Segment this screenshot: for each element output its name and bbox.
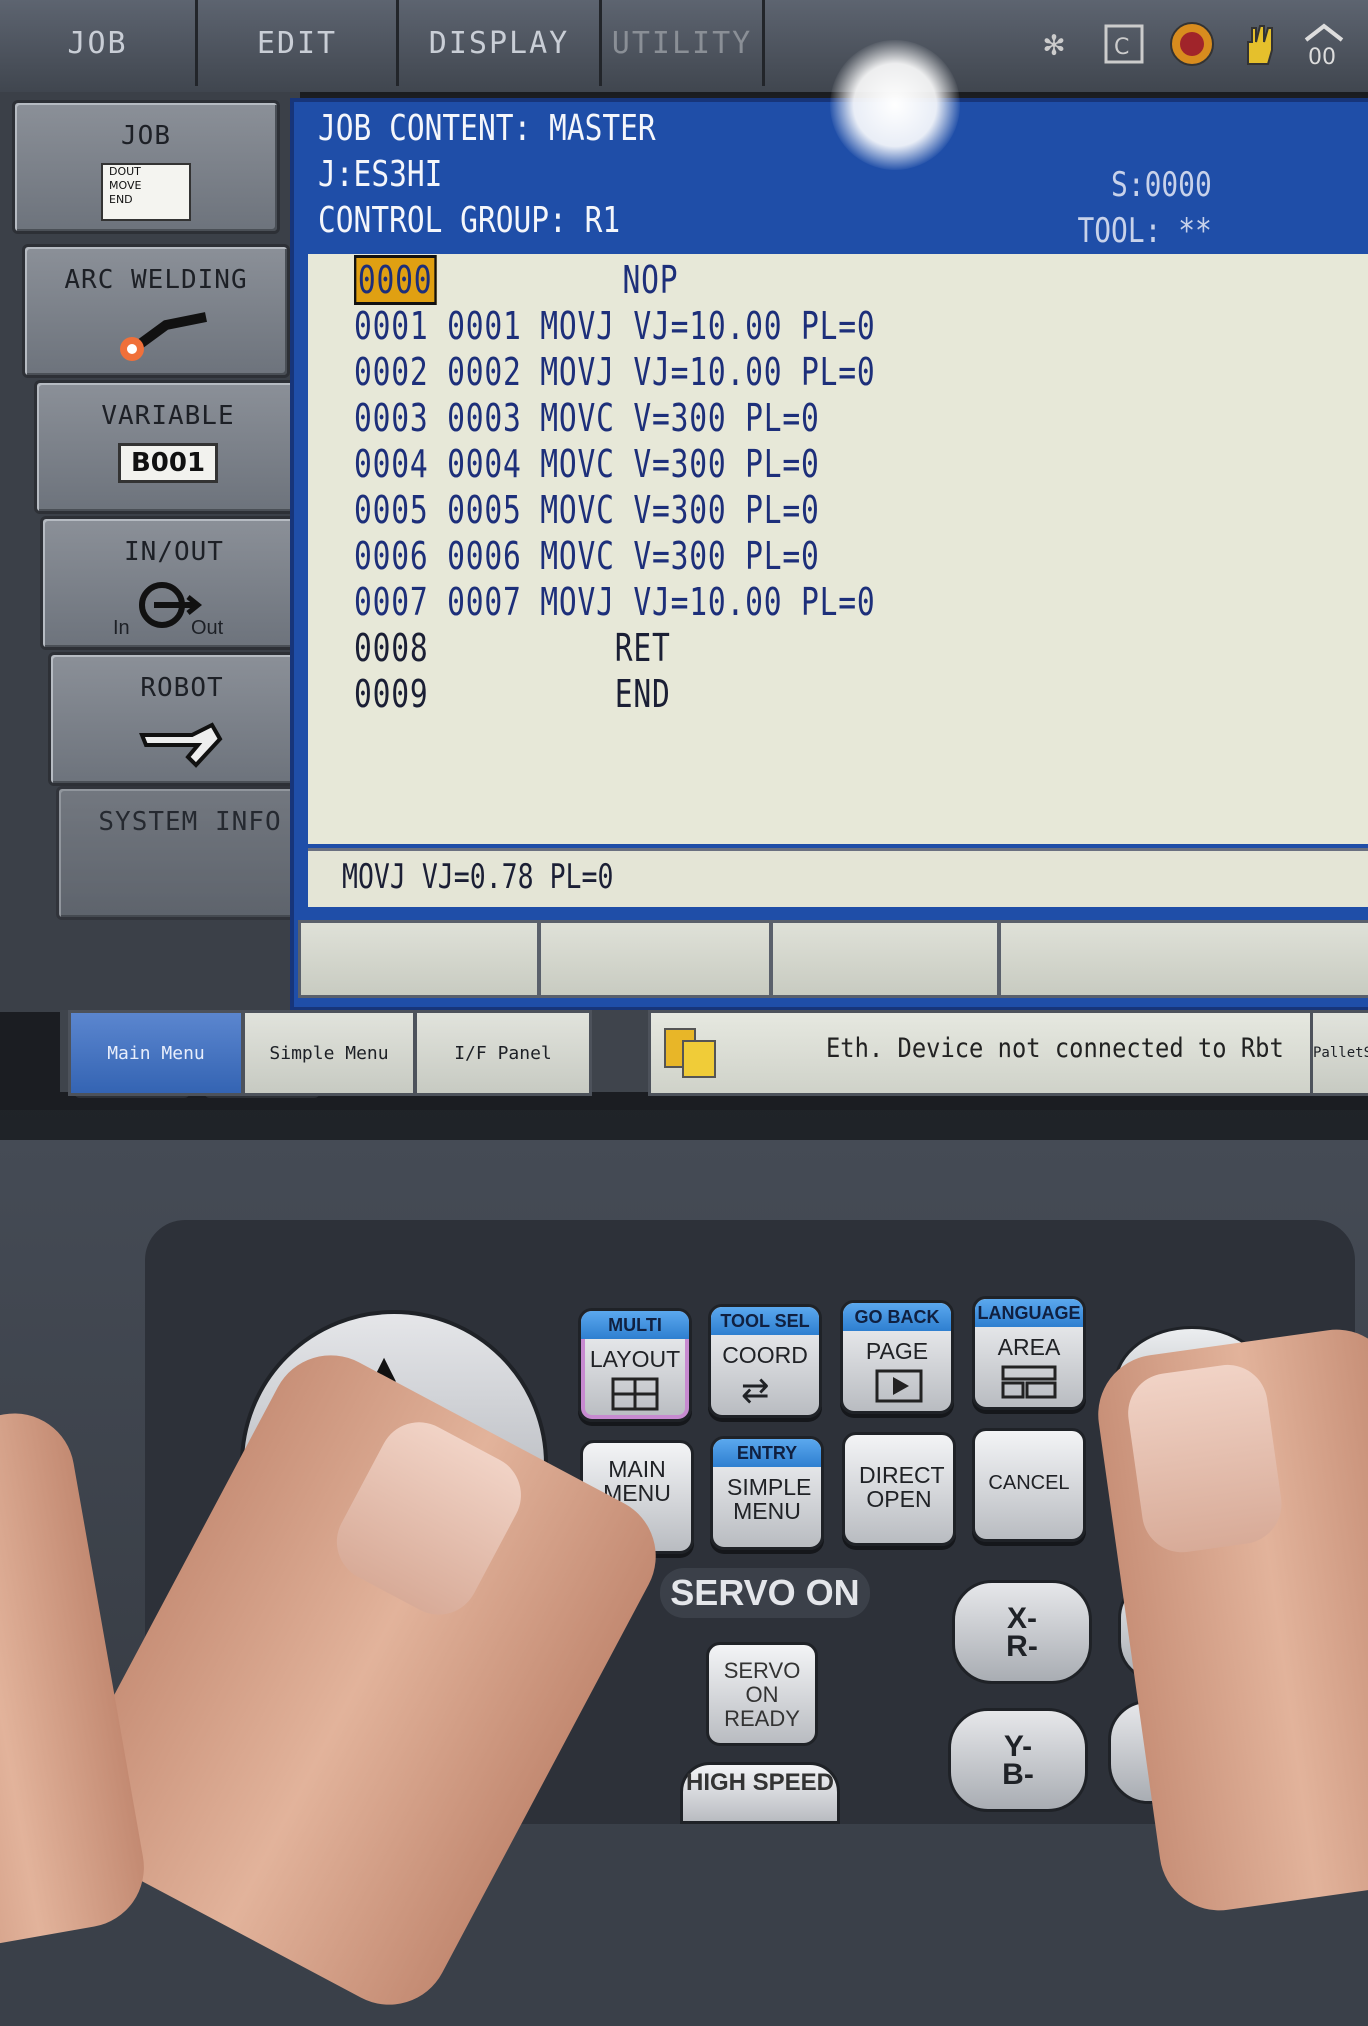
job-line-7[interactable]: 0007 0007 MOVJ VJ=10.00 PL=0 (354, 580, 876, 624)
job-line-2[interactable]: 0002 0002 MOVJ VJ=10.00 PL=0 (354, 350, 876, 394)
job-icon: DOUT MOVE END (15, 163, 277, 221)
layout-icon (611, 1377, 659, 1416)
language-area-key[interactable]: LANGUAGE AREA (972, 1296, 1086, 1410)
status-message: Eth. Device not connected to Rbt (826, 1033, 1284, 1064)
arc-welding-label: ARC WELDING (64, 265, 248, 295)
menu-job[interactable]: JOB (0, 0, 198, 86)
coord-arrows-icon: ⇄ (741, 1372, 770, 1410)
svg-text:00: 00 (1308, 45, 1336, 68)
job-label: JOB (121, 121, 171, 151)
soft-key-4[interactable] (998, 920, 1368, 998)
multi-layout-key[interactable]: MULTI LAYOUT (578, 1308, 692, 1422)
hand-icon[interactable] (1236, 20, 1284, 68)
direct-open-key[interactable]: DIRECT OPEN (842, 1432, 956, 1546)
job-line-4[interactable]: 0004 0004 MOVC V=300 PL=0 (354, 442, 820, 486)
job-name: J:ES3HI (318, 154, 443, 195)
tool-sel-coord-key[interactable]: TOOL SEL COORD ⇄ (708, 1304, 822, 1418)
main-menu-robot-button[interactable]: ROBOT (48, 652, 316, 786)
tab-if-panel[interactable]: I/F Panel (414, 1010, 592, 1096)
job-header-right: S:0000 TOOL: ** (1078, 162, 1212, 254)
servo-on-ready-key[interactable]: SERVO ON READY (706, 1642, 818, 1746)
input-buffer-line[interactable]: MOVJ VJ=0.78 PL=0 (308, 848, 1368, 907)
out-label: Out (191, 617, 224, 639)
job-line-0[interactable]: 0000 NOP (354, 255, 678, 305)
variable-icon: B001 (37, 443, 299, 483)
menu-edit[interactable]: EDIT (198, 0, 399, 86)
job-line-6[interactable]: 0006 0006 MOVC V=300 PL=0 (354, 534, 820, 578)
snowflake-icon[interactable]: ✻ (1030, 20, 1078, 68)
right-finger (1090, 1321, 1368, 1919)
menu-utility[interactable]: UTILITY (602, 0, 765, 86)
robot-status-icon[interactable] (1168, 20, 1216, 68)
job-header: JOB CONTENT: MASTER J:ES3HI CONTROL GROU… (318, 106, 656, 244)
soft-key-1[interactable] (298, 920, 540, 998)
welding-torch-icon (25, 307, 287, 363)
pendant-bezel: JOB EDIT DISPLAY UTILITY ✻ C 00 JOB DOUT… (0, 0, 1368, 1140)
page-icon (875, 1369, 923, 1408)
soft-key-3[interactable] (770, 920, 1000, 998)
variable-label: VARIABLE (101, 401, 235, 431)
coordinate-icon[interactable]: C (1100, 20, 1148, 68)
robot-label: ROBOT (140, 673, 224, 703)
menu-display[interactable]: DISPLAY (399, 0, 602, 86)
soft-key-2[interactable] (538, 920, 772, 998)
pendant-screen: JOB EDIT DISPLAY UTILITY ✻ C 00 JOB DOUT… (0, 0, 1368, 1110)
servo-on-label: SERVO ON (660, 1568, 870, 1618)
main-menu-system-info-button[interactable]: SYSTEM INFO (56, 786, 324, 920)
job-content-panel: JOB CONTENT: MASTER J:ES3HI CONTROL GROU… (290, 98, 1368, 1011)
bottom-tab-bar: Main Menu Simple Menu I/F Panel Eth. Dev… (60, 1010, 1368, 1096)
go-back-page-key[interactable]: GO BACK PAGE (840, 1300, 954, 1414)
input-buffer-text: MOVJ VJ=0.78 PL=0 (342, 857, 614, 897)
robot-arm-icon (51, 715, 313, 771)
high-speed-key[interactable]: HIGH SPEED (680, 1762, 840, 1824)
clipboard-icon[interactable] (661, 1025, 721, 1085)
tab-main-menu[interactable]: Main Menu (68, 1010, 244, 1096)
operation-mode-icon[interactable]: 00 (1300, 20, 1348, 68)
x-minus-key[interactable]: X- R- (952, 1580, 1092, 1684)
main-menu-arc-welding-button[interactable]: ARC WELDING (22, 244, 290, 378)
in-out-label: IN/OUT (124, 537, 224, 567)
job-content-title: JOB CONTENT: MASTER (318, 108, 656, 149)
job-line-5[interactable]: 0005 0005 MOVC V=300 PL=0 (354, 488, 820, 532)
job-line-9[interactable]: 0009 END (354, 672, 671, 716)
main-menu-job-button[interactable]: JOB DOUT MOVE END (12, 100, 280, 234)
main-menu-variable-button[interactable]: VARIABLE B001 (34, 380, 302, 514)
job-line-3[interactable]: 0003 0003 MOVC V=300 PL=0 (354, 396, 820, 440)
job-line-1[interactable]: 0001 0001 MOVJ VJ=10.00 PL=0 (354, 304, 876, 348)
step-number: S:0000 (1111, 165, 1212, 205)
status-message-area: Eth. Device not connected to Rbt (648, 1010, 1314, 1096)
job-line-list[interactable]: 0000 NOP 0001 0001 MOVJ VJ=10.00 PL=0 00… (308, 254, 1368, 844)
in-label: In (113, 617, 130, 639)
main-menu-in-out-button[interactable]: IN/OUT In Out (40, 516, 308, 650)
soft-key-row (294, 914, 1368, 998)
system-info-label: SYSTEM INFO (98, 807, 282, 837)
y-minus-key[interactable]: Y- B- (948, 1708, 1088, 1812)
area-icon (1001, 1365, 1057, 1404)
tab-simple-menu[interactable]: Simple Menu (242, 1010, 416, 1096)
control-group: CONTROL GROUP: R1 (318, 200, 621, 241)
screen-glare (830, 40, 960, 170)
tool-number: TOOL: ** (1077, 211, 1212, 251)
tab-pallet-solver[interactable]: PalletSolver (1310, 1010, 1368, 1096)
main-menu-panel: JOB DOUT MOVE END ARC WELDING VARIABLE B… (0, 92, 324, 1098)
entry-simple-menu-key[interactable]: ENTRY SIMPLE MENU (710, 1436, 824, 1550)
cancel-key[interactable]: CANCEL (972, 1428, 1086, 1542)
job-line-8[interactable]: 0008 RET (354, 626, 671, 670)
in-out-icon (43, 579, 305, 635)
line-cursor: 0000 (354, 255, 437, 305)
svg-text:C: C (1114, 35, 1129, 60)
top-menu-bar: JOB EDIT DISPLAY UTILITY ✻ C 00 (0, 0, 1368, 95)
